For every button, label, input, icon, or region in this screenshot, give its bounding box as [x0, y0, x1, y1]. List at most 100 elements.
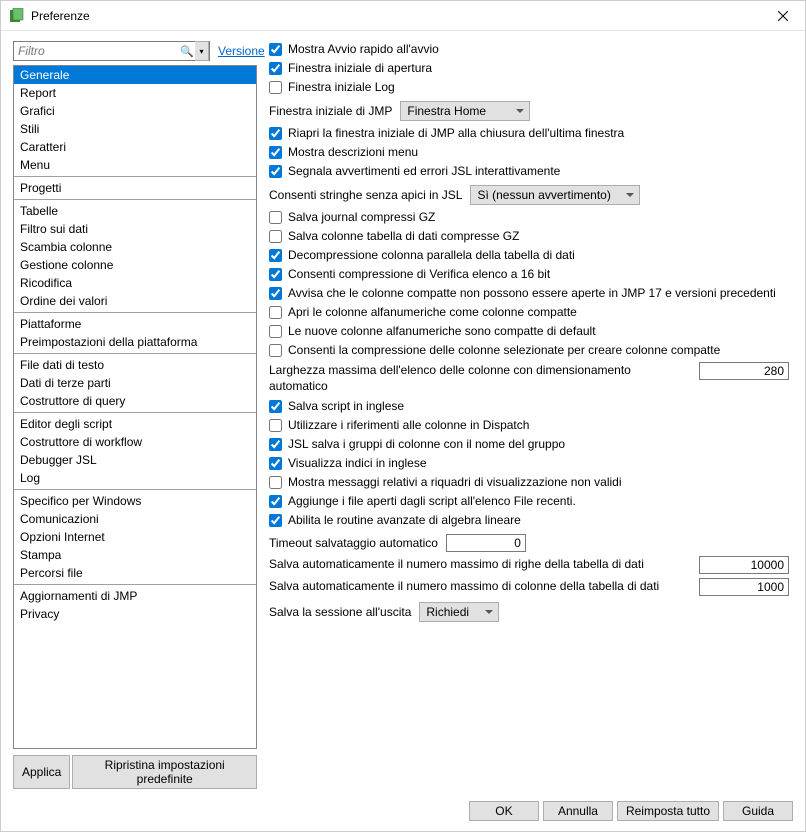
cancel-button[interactable]: Annulla: [543, 801, 613, 821]
chk-save-journal-gz[interactable]: [269, 211, 282, 224]
category-item[interactable]: Preimpostazioni della piattaforma: [14, 333, 256, 351]
category-separator: [14, 199, 256, 200]
category-item[interactable]: Specifico per Windows: [14, 492, 256, 510]
restore-defaults-button[interactable]: Ripristina impostazioni predefinite: [72, 755, 257, 789]
category-item[interactable]: Costruttore di query: [14, 392, 256, 410]
category-item[interactable]: Grafici: [14, 102, 256, 120]
chk-advanced-linalg[interactable]: [269, 514, 282, 527]
category-item[interactable]: Generale: [14, 66, 256, 84]
opt-save-script-english[interactable]: Salva script in inglese: [269, 398, 789, 414]
category-item[interactable]: Gestione colonne: [14, 256, 256, 274]
category-item[interactable]: Percorsi file: [14, 564, 256, 582]
search-icon[interactable]: 🔍: [179, 45, 195, 58]
dd-initial-window[interactable]: Finestra Home: [400, 101, 530, 121]
category-separator: [14, 353, 256, 354]
category-item[interactable]: Dati di terze parti: [14, 374, 256, 392]
category-item[interactable]: Ordine dei valori: [14, 292, 256, 310]
chk-new-alpha-compact[interactable]: [269, 325, 282, 338]
chk-save-cols-gz[interactable]: [269, 230, 282, 243]
chk-jsl-warnings[interactable]: [269, 165, 282, 178]
chk-compress-selected[interactable]: [269, 344, 282, 357]
category-item[interactable]: Debugger JSL: [14, 451, 256, 469]
chk-initial-open-window[interactable]: [269, 62, 282, 75]
opt-save-cols-gz[interactable]: Salva colonne tabella di dati compresse …: [269, 228, 789, 244]
input-timeout[interactable]: [446, 534, 526, 552]
category-item[interactable]: Menu: [14, 156, 256, 174]
opt-compress-selected[interactable]: Consenti la compressione delle colonne s…: [269, 342, 789, 358]
close-button[interactable]: [760, 1, 805, 31]
category-item[interactable]: Privacy: [14, 605, 256, 623]
chk-col-refs-dispatch[interactable]: [269, 419, 282, 432]
opt-col-refs-dispatch[interactable]: Utilizzare i riferimenti alle colonne in…: [269, 417, 789, 433]
category-item[interactable]: Caratteri: [14, 138, 256, 156]
opt-show-quickstart[interactable]: Mostra Avvio rapido all'avvio: [269, 41, 789, 57]
category-item[interactable]: Scambia colonne: [14, 238, 256, 256]
category-item[interactable]: Report: [14, 84, 256, 102]
category-separator: [14, 176, 256, 177]
category-item[interactable]: Stampa: [14, 546, 256, 564]
category-item[interactable]: File dati di testo: [14, 356, 256, 374]
category-list[interactable]: GeneraleReportGraficiStiliCaratteriMenu P…: [13, 65, 257, 749]
opt-initial-log-window[interactable]: Finestra iniziale Log: [269, 79, 789, 95]
category-item[interactable]: Progetti: [14, 179, 256, 197]
category-item[interactable]: Editor degli script: [14, 415, 256, 433]
chk-save-script-english[interactable]: [269, 400, 282, 413]
category-item[interactable]: Log: [14, 469, 256, 487]
version-link[interactable]: Versione: [218, 44, 265, 58]
input-max-rows[interactable]: [699, 556, 789, 574]
chk-initial-log-window[interactable]: [269, 81, 282, 94]
opt-initial-open-window[interactable]: Finestra iniziale di apertura: [269, 60, 789, 76]
opt-checklist-16bit[interactable]: Consenti compressione di Verifica elenco…: [269, 266, 789, 282]
input-max-width[interactable]: [699, 362, 789, 380]
row-jsl-strings: Consenti stringhe senza apici in JSL Sì …: [269, 185, 789, 205]
opt-advanced-linalg[interactable]: Abilita le routine avanzate di algebra l…: [269, 512, 789, 528]
ok-button[interactable]: OK: [469, 801, 539, 821]
footer-buttons: OK Annulla Reimposta tutto Guida: [1, 795, 805, 831]
help-button[interactable]: Guida: [723, 801, 793, 821]
chk-checklist-16bit[interactable]: [269, 268, 282, 281]
apply-button[interactable]: Applica: [13, 755, 70, 789]
opt-add-script-files-recent[interactable]: Aggiunge i file aperti dagli script all'…: [269, 493, 789, 509]
chk-warn-compact[interactable]: [269, 287, 282, 300]
chk-add-script-files-recent[interactable]: [269, 495, 282, 508]
category-item[interactable]: Stili: [14, 120, 256, 138]
dd-save-session[interactable]: Richiedi: [419, 602, 499, 622]
opt-warn-compact[interactable]: Avvisa che le colonne compatte non posso…: [269, 285, 789, 301]
row-save-session: Salva la sessione all'uscita Richiedi: [269, 602, 789, 622]
category-item[interactable]: Opzioni Internet: [14, 528, 256, 546]
filter-input[interactable]: [14, 42, 179, 60]
filter-row: 🔍 ▾ Versione: [13, 41, 257, 61]
opt-jsl-warnings[interactable]: Segnala avvertimenti ed errori JSL inter…: [269, 163, 789, 179]
category-item[interactable]: Costruttore di workflow: [14, 433, 256, 451]
reset-all-button[interactable]: Reimposta tutto: [617, 801, 719, 821]
category-item[interactable]: Comunicazioni: [14, 510, 256, 528]
opt-new-alpha-compact[interactable]: Le nuove colonne alfanumeriche sono comp…: [269, 323, 789, 339]
lbl-initial-window: Finestra iniziale di JMP: [269, 104, 392, 118]
content-area: 🔍 ▾ Versione GeneraleReportGraficiStiliC…: [1, 31, 805, 795]
category-item[interactable]: Piattaforme: [14, 315, 256, 333]
opt-parallel-decomp[interactable]: Decompressione colonna parallela della t…: [269, 247, 789, 263]
chk-show-menu-desc[interactable]: [269, 146, 282, 159]
chk-open-alpha-compact[interactable]: [269, 306, 282, 319]
category-item[interactable]: Aggiornamenti di JMP: [14, 587, 256, 605]
opt-open-alpha-compact[interactable]: Apri le colonne alfanumeriche come colon…: [269, 304, 789, 320]
input-max-cols[interactable]: [699, 578, 789, 596]
chk-jsl-save-groups[interactable]: [269, 438, 282, 451]
opt-indices-english[interactable]: Visualizza indici in inglese: [269, 455, 789, 471]
opt-invalid-displaybox-msgs[interactable]: Mostra messaggi relativi a riquadri di v…: [269, 474, 789, 490]
chk-show-quickstart[interactable]: [269, 43, 282, 56]
lbl-max-cols: Salva automaticamente il numero massimo …: [269, 578, 689, 594]
filter-dropdown-button[interactable]: ▾: [195, 41, 209, 61]
opt-jsl-save-groups[interactable]: JSL salva i gruppi di colonne con il nom…: [269, 436, 789, 452]
chk-reopen-initial[interactable]: [269, 127, 282, 140]
category-item[interactable]: Tabelle: [14, 202, 256, 220]
category-item[interactable]: Filtro sui dati: [14, 220, 256, 238]
chk-invalid-displaybox-msgs[interactable]: [269, 476, 282, 489]
dd-jsl-strings[interactable]: Sì (nessun avvertimento): [470, 185, 640, 205]
chk-parallel-decomp[interactable]: [269, 249, 282, 262]
opt-show-menu-desc[interactable]: Mostra descrizioni menu: [269, 144, 789, 160]
opt-save-journal-gz[interactable]: Salva journal compressi GZ: [269, 209, 789, 225]
category-item[interactable]: Ricodifica: [14, 274, 256, 292]
chk-indices-english[interactable]: [269, 457, 282, 470]
opt-reopen-initial[interactable]: Riapri la finestra iniziale di JMP alla …: [269, 125, 789, 141]
